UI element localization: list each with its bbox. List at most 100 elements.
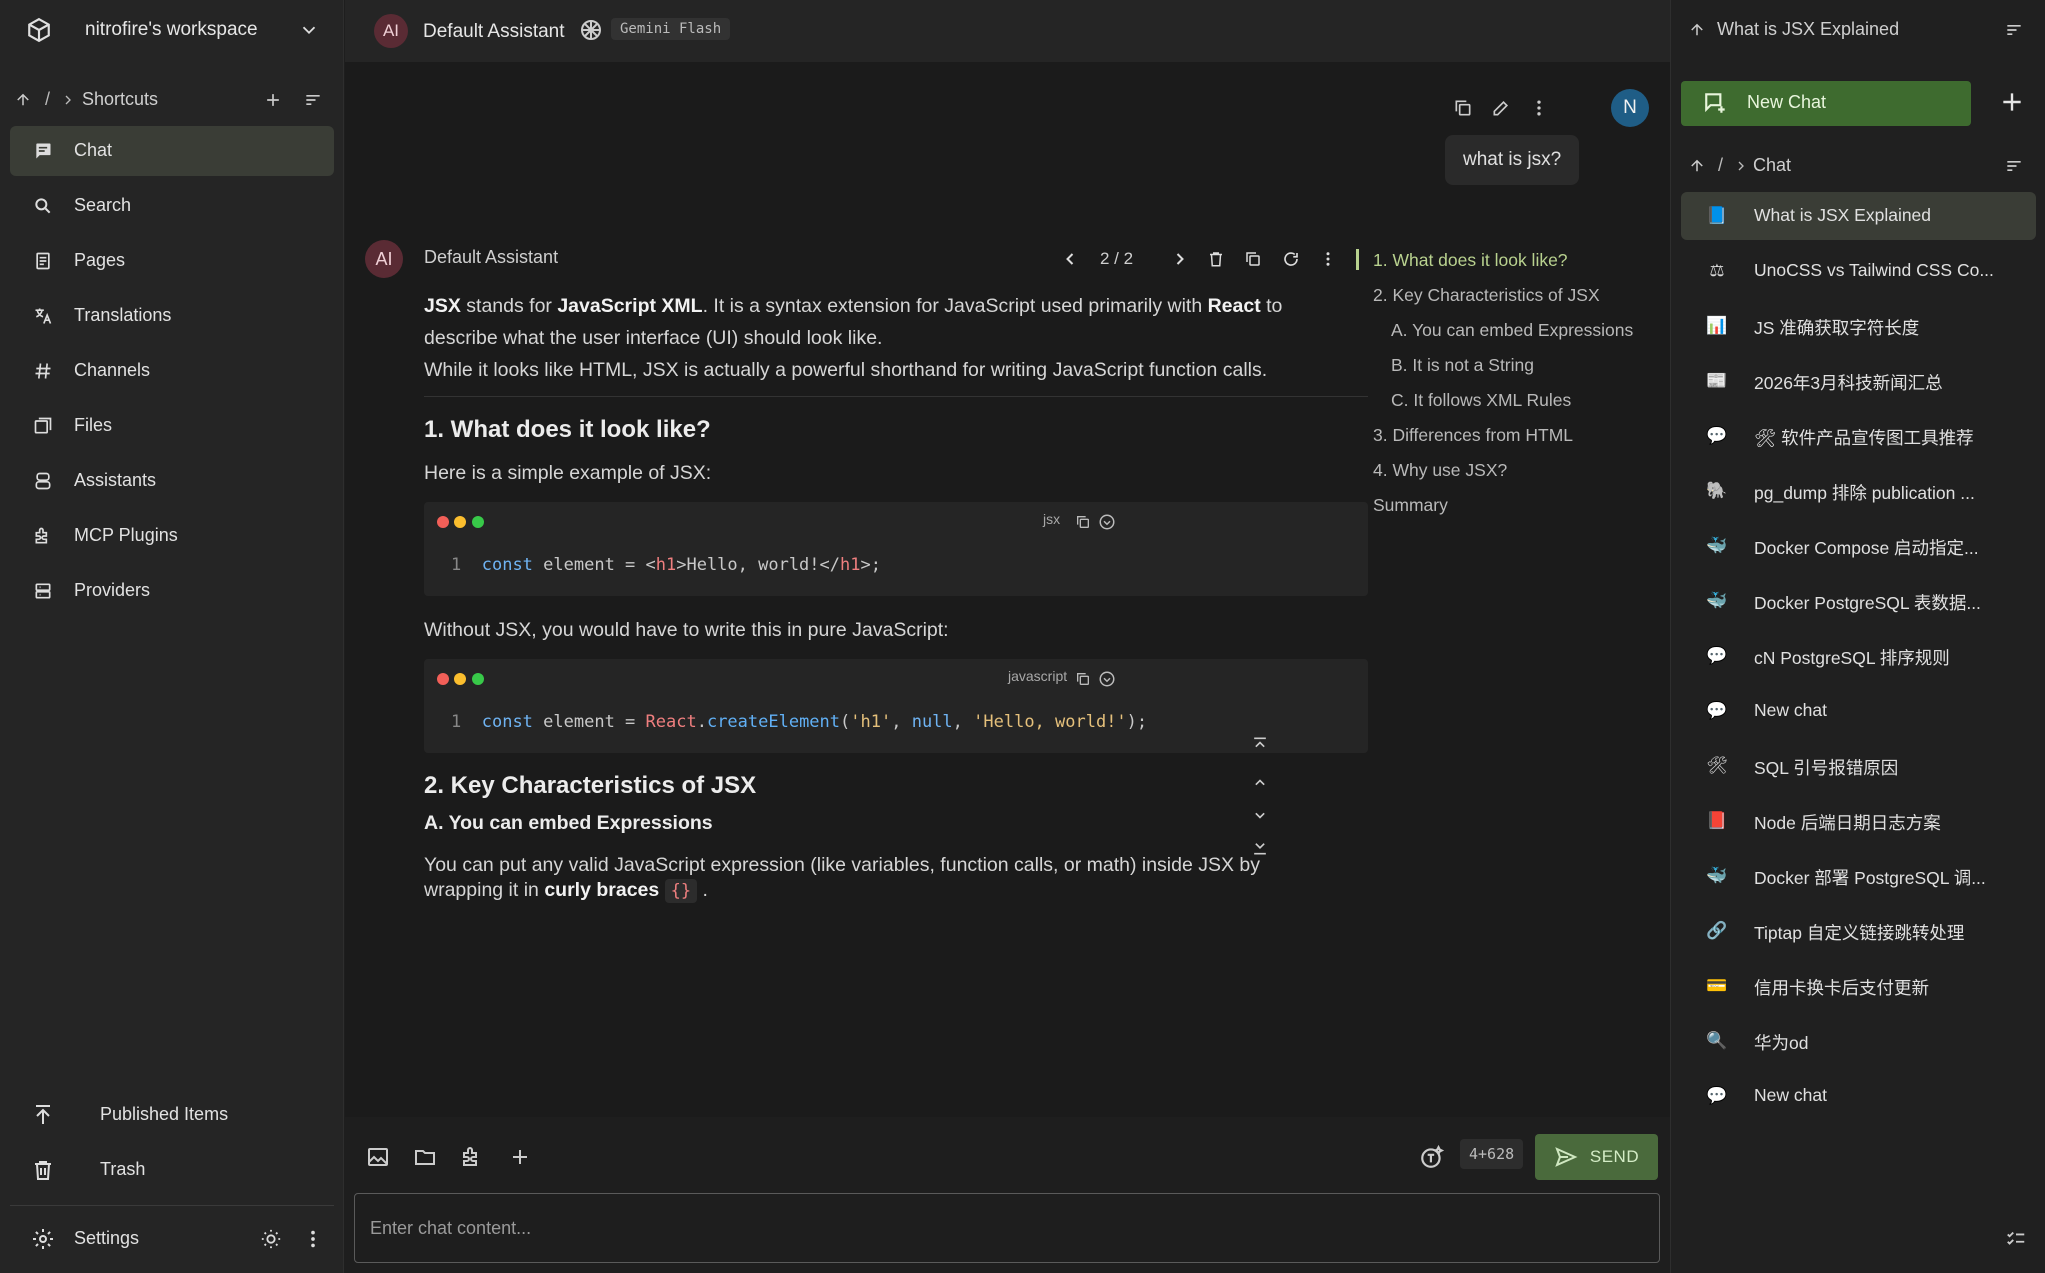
scroll-top-icon[interactable] — [1247, 732, 1273, 758]
sidebar-item-files[interactable]: Files — [10, 401, 334, 451]
chat-list-item[interactable]: 📰 2026年3月科技新闻汇总 — [1681, 357, 2036, 405]
response-pager: 2 / 2 — [1100, 249, 1134, 268]
chat-list-item[interactable]: 🛠 SQL 引号报错原因 — [1681, 742, 2036, 790]
arrow-up-icon[interactable] — [10, 87, 36, 113]
trash-link[interactable]: Trash — [0, 1145, 344, 1195]
regenerate-icon[interactable] — [1278, 246, 1304, 272]
send-button[interactable]: SEND — [1535, 1134, 1658, 1180]
sidebar-item-channels[interactable]: Channels — [10, 346, 334, 396]
chat-list-item[interactable]: 💳 信用卡换卡后支付更新 — [1681, 962, 2036, 1010]
sort-icon[interactable] — [2001, 17, 2027, 43]
chat-item-icon: 🐳 — [1706, 536, 1728, 555]
chat-list-item[interactable]: ⚖ UnoCSS vs Tailwind CSS Co... — [1681, 247, 2036, 295]
chevron-right-icon — [55, 87, 81, 113]
delete-icon[interactable] — [1203, 246, 1229, 272]
collapse-icon[interactable] — [1094, 509, 1120, 535]
assistant-message-body: JSX stands for JavaScript XML. It is a s… — [424, 290, 1354, 354]
paragraph: Here is a simple example of JSX: — [424, 462, 712, 484]
copy-icon[interactable] — [1450, 95, 1476, 121]
copy-icon[interactable] — [1070, 509, 1096, 535]
code-string: 'h1' — [850, 712, 892, 732]
chat-list-item[interactable]: 🐳 Docker 部署 PostgreSQL 调... — [1681, 852, 2036, 900]
chat-list-item[interactable]: 🐳 Docker PostgreSQL 表数据... — [1681, 577, 2036, 625]
shortcuts-breadcrumb: / Shortcuts — [0, 86, 344, 114]
sidebar-item-providers[interactable]: Providers — [10, 566, 334, 616]
theme-toggle-icon[interactable] — [258, 1226, 284, 1252]
chat-list-item[interactable]: 🐳 Docker Compose 启动指定... — [1681, 522, 2036, 570]
add-icon[interactable] — [260, 87, 286, 113]
checklist-icon[interactable] — [2003, 1226, 2029, 1252]
chat-list-item[interactable]: 📕 Node 后端日期日志方案 — [1681, 797, 2036, 845]
sidebar-item-pages[interactable]: Pages — [10, 236, 334, 286]
sidebar-item-chat[interactable]: Chat — [10, 126, 334, 176]
collapse-icon[interactable] — [1094, 666, 1120, 692]
chat-list-item[interactable]: 🔍 华为od — [1681, 1017, 2036, 1065]
image-icon[interactable] — [365, 1144, 391, 1170]
chat-list-item[interactable]: 📘 What is JSX Explained — [1681, 192, 2036, 240]
chat-list-item[interactable]: 🔗 Tiptap 自定义链接跳转处理 — [1681, 907, 2036, 955]
more-vertical-icon[interactable] — [300, 1226, 326, 1252]
chevron-left-icon[interactable] — [1057, 246, 1083, 272]
toc-item[interactable]: 2. Key Characteristics of JSX — [1373, 285, 1600, 306]
workspace-switcher[interactable]: nitrofire's workspace — [0, 0, 344, 62]
sidebar-item-assistants[interactable]: Assistants — [10, 456, 334, 506]
toc-item[interactable]: B. It is not a String — [1391, 355, 1534, 376]
chat-list-item[interactable]: 📊 JS 准确获取字符长度 — [1681, 302, 2036, 350]
folder-icon[interactable] — [412, 1144, 438, 1170]
breadcrumb-root[interactable]: / — [1718, 155, 1723, 176]
toc-item[interactable]: 4. Why use JSX? — [1373, 460, 1507, 481]
sort-icon[interactable] — [300, 87, 326, 113]
plugin-icon[interactable] — [459, 1144, 485, 1170]
chat-item-icon: 💬 — [1706, 701, 1728, 720]
sidebar-item-search[interactable]: Search — [10, 181, 334, 231]
bold-text: React — [1207, 295, 1261, 317]
scroll-bottom-icon[interactable] — [1247, 834, 1273, 860]
chevron-down-icon[interactable] — [296, 17, 322, 43]
chat-item-title: UnoCSS vs Tailwind CSS Co... — [1754, 260, 1994, 280]
arrow-up-icon[interactable] — [1684, 153, 1710, 179]
text: . — [697, 879, 708, 901]
add-icon[interactable] — [507, 1144, 533, 1170]
sidebar-item-translations[interactable]: Translations — [10, 291, 334, 341]
toc-item[interactable]: Summary — [1373, 495, 1448, 516]
add-icon[interactable] — [1999, 89, 2025, 115]
code-language: javascript — [1008, 668, 1068, 684]
copy-icon[interactable] — [1240, 246, 1266, 272]
text: . It is a syntax extension for JavaScrip… — [702, 295, 1208, 317]
more-vertical-icon[interactable] — [1526, 95, 1552, 121]
chat-input-box — [354, 1193, 1660, 1263]
scroll-down-icon[interactable] — [1247, 802, 1273, 828]
chat-list-item[interactable]: 💬 🛠 软件产品宣传图工具推荐 — [1681, 412, 2036, 460]
assistant-name[interactable]: Default Assistant — [423, 21, 565, 43]
model-chip[interactable]: Gemini Flash — [611, 18, 731, 40]
sidebar-item-mcp-plugins[interactable]: MCP Plugins — [10, 511, 334, 561]
toc-item[interactable]: 1. What does it look like? — [1373, 250, 1568, 271]
chat-list-item[interactable]: 🐘 pg_dump 排除 publication ... — [1681, 467, 2036, 515]
heading-2-wrap: 2. Key Characteristics of JSX — [424, 772, 756, 800]
toc-item[interactable]: C. It follows XML Rules — [1391, 390, 1571, 411]
chat-input[interactable] — [355, 1194, 1659, 1262]
more-vertical-icon[interactable] — [1315, 246, 1341, 272]
assistant-avatar[interactable]: AI — [374, 14, 408, 48]
new-chat-button[interactable]: New Chat — [1681, 81, 1971, 126]
heading-1-wrap: 1. What does it look like? — [424, 416, 711, 444]
published-items-link[interactable]: Published Items — [0, 1090, 344, 1140]
intro-paragraph: JSX stands for JavaScript XML. It is a s… — [424, 290, 1354, 354]
toc-item[interactable]: 3. Differences from HTML — [1373, 425, 1573, 446]
user-avatar[interactable]: N — [1611, 89, 1649, 127]
scroll-up-icon[interactable] — [1247, 770, 1273, 796]
breadcrumb-root[interactable]: / — [45, 89, 50, 110]
chat-list-item[interactable]: 💬 New chat — [1681, 687, 2036, 735]
chat-list-item[interactable]: 💬 New chat — [1681, 1072, 2036, 1120]
edit-icon[interactable] — [1488, 95, 1514, 121]
token-counter-icon[interactable] — [1419, 1144, 1445, 1170]
code-tag: h1 — [655, 555, 677, 575]
sort-icon[interactable] — [2001, 153, 2027, 179]
toc-item[interactable]: A. You can embed Expressions — [1391, 320, 1633, 341]
arrow-up-icon[interactable] — [1684, 17, 1710, 43]
settings-link[interactable]: Settings — [0, 1214, 344, 1264]
chat-list-item[interactable]: 💬 cN PostgreSQL 排序规则 — [1681, 632, 2036, 680]
chat-item-title: New chat — [1754, 700, 1827, 720]
chevron-right-icon[interactable] — [1167, 246, 1193, 272]
copy-icon[interactable] — [1070, 666, 1096, 692]
